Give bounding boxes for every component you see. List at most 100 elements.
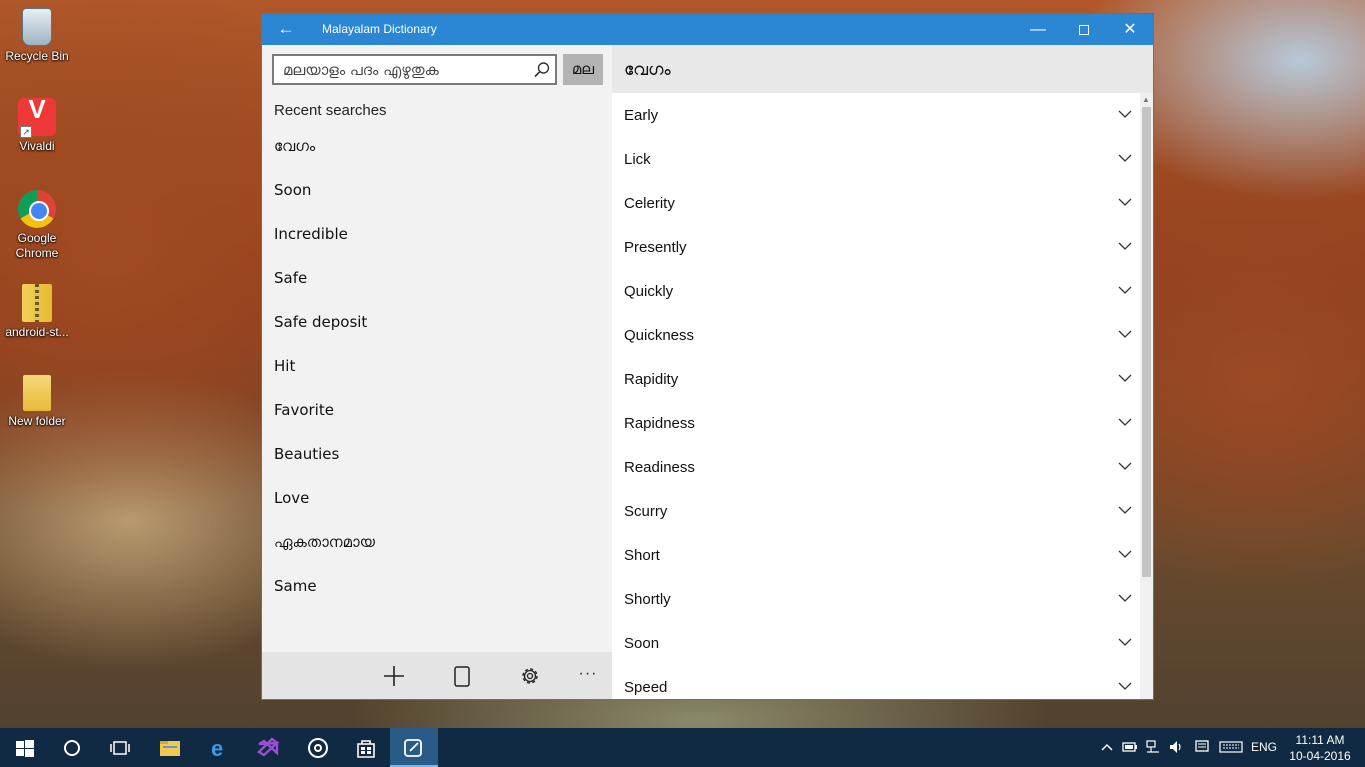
recent-item[interactable]: Love — [262, 485, 612, 529]
meaning-item[interactable]: Quickly — [612, 269, 1140, 313]
desktop-icon-label: android-st... — [5, 325, 69, 339]
task-view-icon — [110, 741, 130, 755]
search-input[interactable] — [274, 56, 522, 83]
groove-music-button[interactable] — [294, 728, 342, 767]
meaning-item[interactable]: Early — [612, 93, 1140, 137]
chevron-down-icon[interactable] — [1118, 242, 1132, 251]
meaning-item[interactable]: Celerity — [612, 181, 1140, 225]
chevron-down-icon[interactable] — [1118, 506, 1132, 515]
task-view-button[interactable] — [96, 728, 144, 767]
language-toggle-button[interactable]: മല — [563, 54, 603, 85]
recent-item[interactable]: ഏകതാനമായ — [262, 529, 612, 573]
meaning-item[interactable]: Quickness — [612, 313, 1140, 357]
desktop-icon-vivaldi[interactable]: ↗ Vivaldi — [0, 98, 74, 154]
back-button[interactable]: ← — [262, 14, 310, 45]
scroll-up-icon[interactable]: ▲ — [1142, 95, 1150, 104]
meaning-item[interactable]: Presently — [612, 225, 1140, 269]
meaning-item[interactable]: Speed — [612, 665, 1140, 699]
network-icon[interactable] — [1145, 739, 1161, 755]
chevron-down-icon[interactable] — [1118, 418, 1132, 427]
chevron-down-icon[interactable] — [1118, 330, 1132, 339]
meaning-item[interactable]: Rapidness — [612, 401, 1140, 445]
visual-studio-button[interactable] — [244, 728, 292, 767]
meaning-label: Quickness — [624, 327, 695, 344]
chevron-down-icon[interactable] — [1118, 638, 1132, 647]
search-box — [272, 54, 557, 85]
chevron-down-icon[interactable] — [1118, 682, 1132, 691]
title-bar[interactable]: ← Malayalam Dictionary — ✕ — [262, 14, 1153, 45]
desktop-icon-label: New folder — [8, 414, 66, 428]
chevron-down-icon[interactable] — [1118, 374, 1132, 383]
cortana-icon — [64, 740, 80, 756]
meanings-list: Early Lick Celerity Presently Quickly Qu… — [612, 93, 1140, 699]
meaning-label: Speed — [624, 679, 668, 696]
dictionary-window: ← Malayalam Dictionary — ✕ മല Recent sea… — [261, 13, 1154, 700]
recent-item[interactable]: വേഗം — [262, 133, 612, 177]
recent-item[interactable]: Safe deposit — [262, 309, 612, 353]
recent-searches-title: Recent searches — [274, 102, 387, 119]
scroll-thumb[interactable] — [1142, 107, 1151, 577]
gear-icon — [522, 668, 538, 684]
more-button[interactable]: ··· — [572, 660, 604, 692]
cortana-button[interactable] — [48, 728, 96, 767]
store-button[interactable] — [342, 728, 390, 767]
chevron-down-icon[interactable] — [1118, 286, 1132, 295]
show-hidden-icons-icon[interactable] — [1099, 739, 1115, 755]
start-button[interactable] — [0, 728, 48, 767]
desktop-icon-android-studio[interactable]: android-st... — [0, 284, 74, 340]
meaning-item[interactable]: Readiness — [612, 445, 1140, 489]
recent-searches-list: വേഗം Soon Incredible Safe Safe deposit H… — [262, 133, 612, 617]
close-button[interactable]: ✕ — [1107, 14, 1153, 45]
back-arrow-icon: ← — [277, 19, 295, 38]
settings-button[interactable] — [514, 660, 546, 692]
meaning-item[interactable]: Lick — [612, 137, 1140, 181]
visual-studio-icon — [257, 737, 279, 757]
dictionary-app-button[interactable] — [390, 728, 438, 767]
desktop-icon-chrome[interactable]: Google Chrome — [0, 190, 74, 261]
window-title: Malayalam Dictionary — [322, 22, 437, 36]
chevron-down-icon[interactable] — [1118, 550, 1132, 559]
volume-icon[interactable] — [1168, 739, 1184, 755]
meaning-item[interactable]: Rapidity — [612, 357, 1140, 401]
desktop-icon-recycle-bin[interactable]: Recycle Bin — [0, 8, 74, 64]
file-explorer-button[interactable] — [146, 728, 194, 767]
add-button[interactable] — [378, 660, 410, 692]
chevron-down-icon[interactable] — [1118, 110, 1132, 119]
chevron-down-icon[interactable] — [1118, 462, 1132, 471]
maximize-icon — [1079, 25, 1089, 36]
desktop-icon-new-folder[interactable]: New folder — [0, 375, 74, 429]
chevron-down-icon[interactable] — [1118, 594, 1132, 603]
recent-item[interactable]: Soon — [262, 177, 612, 221]
meaning-item[interactable]: Soon — [612, 621, 1140, 665]
chevron-down-icon[interactable] — [1118, 198, 1132, 207]
recent-item[interactable]: Safe — [262, 265, 612, 309]
recent-item[interactable]: Favorite — [262, 397, 612, 441]
groove-music-icon — [308, 738, 328, 758]
chevron-down-icon[interactable] — [1118, 154, 1132, 163]
file-explorer-icon — [160, 741, 180, 756]
recent-item[interactable]: Same — [262, 573, 612, 617]
bottom-app-bar: ··· — [262, 652, 612, 699]
search-icon[interactable] — [532, 60, 552, 80]
clock[interactable]: 11:11 AM 10-04-2016 — [1284, 732, 1356, 764]
recent-item[interactable]: Hit — [262, 353, 612, 397]
close-icon: ✕ — [1123, 21, 1137, 38]
meaning-item[interactable]: Shortly — [612, 577, 1140, 621]
zip-folder-icon — [22, 284, 52, 322]
meaning-item[interactable]: Short — [612, 533, 1140, 577]
action-center-icon[interactable] — [1194, 739, 1210, 755]
maximize-button[interactable] — [1061, 14, 1107, 45]
touch-keyboard-icon[interactable] — [1219, 739, 1243, 755]
recent-item[interactable]: Incredible — [262, 221, 612, 265]
meanings-list-container: Early Lick Celerity Presently Quickly Qu… — [612, 93, 1140, 699]
more-dots-icon: ··· — [578, 665, 598, 682]
input-language-indicator[interactable]: ENG — [1251, 740, 1277, 754]
meanings-scrollbar[interactable]: ▲ — [1140, 93, 1153, 699]
meaning-item[interactable]: Scurry — [612, 489, 1140, 533]
edge-button[interactable]: e — [196, 728, 244, 767]
minimize-button[interactable]: — — [1015, 14, 1061, 45]
page-button[interactable] — [446, 660, 478, 692]
recent-item[interactable]: Beauties — [262, 441, 612, 485]
meaning-label: Rapidness — [624, 415, 695, 432]
battery-icon[interactable] — [1122, 739, 1138, 755]
